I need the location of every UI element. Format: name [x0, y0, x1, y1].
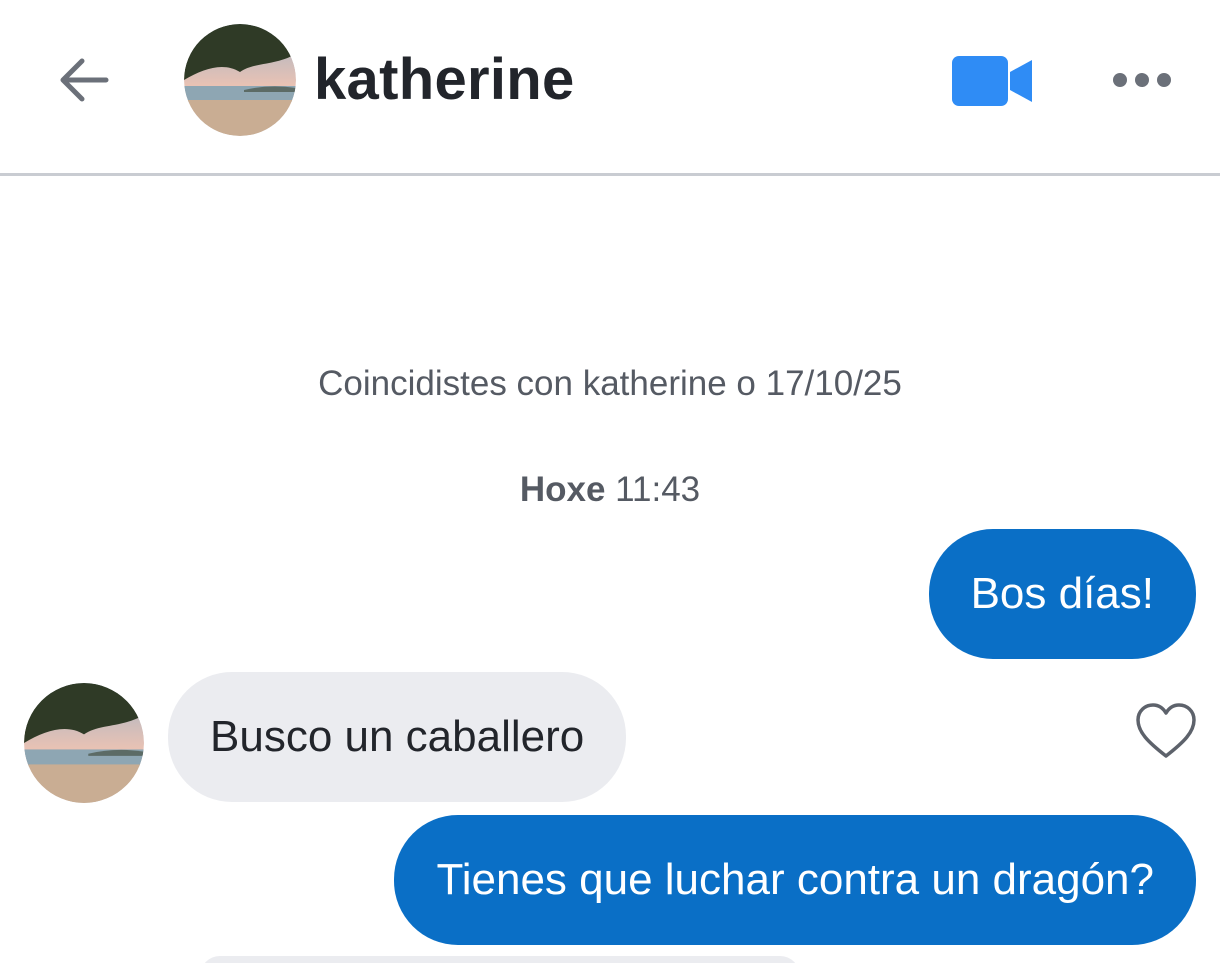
contact-name[interactable]: katherine	[314, 44, 575, 116]
timestamp-time: 11:43	[615, 470, 701, 509]
back-button[interactable]	[48, 44, 120, 116]
outgoing-message-bubble[interactable]: Bos días!	[928, 529, 1196, 659]
incoming-message-bubble-partial	[200, 956, 800, 963]
contact-avatar[interactable]	[184, 24, 296, 136]
arrow-left-icon	[60, 58, 109, 102]
match-notice: Coincidistes con katherine o 17/10/25	[318, 364, 902, 403]
incoming-message-bubble[interactable]: Busco un caballero	[168, 672, 627, 802]
timestamp-day: Hoxe	[519, 470, 606, 509]
more-dots-icon	[1113, 73, 1171, 87]
chat-header: katherine	[0, 0, 1220, 176]
sender-avatar[interactable]	[24, 683, 144, 803]
video-camera-icon[interactable]	[946, 50, 1038, 112]
message-timestamp: Hoxe 11:43	[0, 468, 1220, 512]
more-options-button[interactable]	[1104, 60, 1180, 100]
chat-screen: katherine Coincidistes con katherine o 1…	[0, 0, 1220, 963]
outgoing-message-bubble[interactable]: Tienes que luchar contra un dragón?	[394, 815, 1196, 945]
heart-outline-icon[interactable]	[1134, 702, 1198, 762]
